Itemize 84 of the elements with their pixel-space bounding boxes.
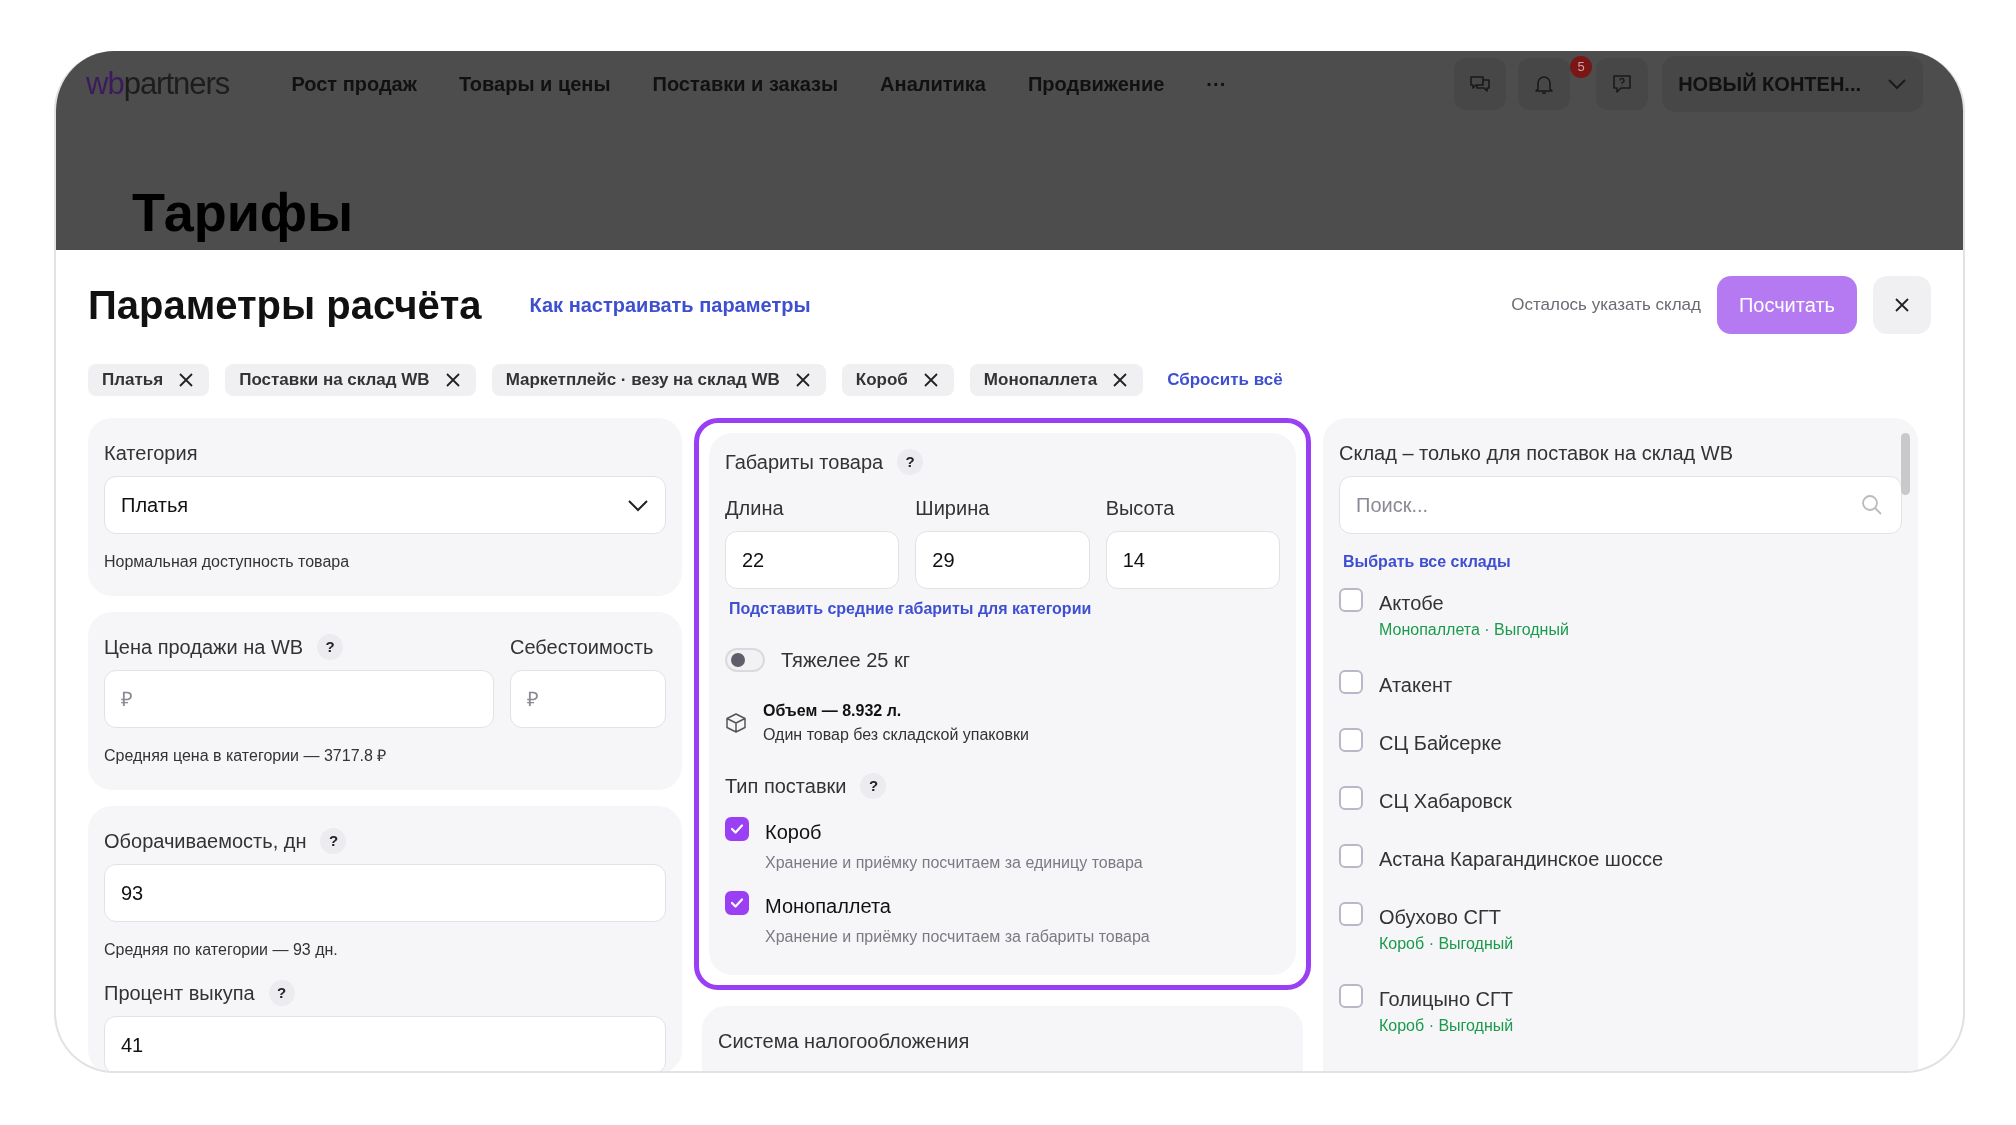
average-link[interactable]: Подставить средние габариты для категории	[729, 597, 1092, 621]
help-chat-button[interactable]	[1596, 58, 1649, 110]
filter-chip[interactable]: Монопаллета	[969, 364, 1144, 396]
field-label: Габариты товара	[725, 450, 884, 475]
warehouse-name: Голицыно СГТ	[1379, 987, 1514, 1012]
caption-text: Средняя цена в категории — 3717.8 ₽	[104, 746, 388, 766]
chat-button[interactable]	[1454, 58, 1507, 110]
field-label: Ширина	[915, 496, 991, 521]
toggle-label: Тяжелее 25 кг	[781, 648, 911, 673]
turnover-field[interactable]: 93	[104, 864, 666, 922]
filter-chip[interactable]: Платья	[88, 364, 210, 396]
close-icon	[1893, 296, 1911, 314]
checkbox[interactable]	[1339, 670, 1363, 694]
warehouse-tag: Короб · Выгодный	[1379, 932, 1514, 956]
warehouse-name: СЦ Хабаровск	[1379, 789, 1512, 814]
volume-note: Один товар без складской упаковки	[763, 725, 1029, 745]
chevron-down-icon	[1887, 78, 1907, 90]
checkbox[interactable]	[725, 817, 749, 841]
option-label: Монопаллета	[765, 894, 892, 919]
field-label: Категория	[104, 441, 199, 466]
cost-field[interactable]: ₽	[510, 670, 666, 728]
select-all-link[interactable]: Выбрать все склады	[1343, 550, 1511, 574]
field-label: Тип поставки	[725, 774, 847, 799]
notifications-button[interactable]	[1518, 58, 1571, 110]
price-field[interactable]: ₽	[104, 670, 494, 728]
filter-chip[interactable]: Поставки на склад WB	[225, 364, 476, 396]
search-icon	[1860, 493, 1884, 517]
option-label: Короб	[765, 820, 823, 845]
warehouse-name: Обухово СГТ	[1379, 905, 1503, 930]
option-note: Хранение и приёмку посчитаем за единицу товара	[765, 853, 1143, 873]
checkbox[interactable]	[1339, 786, 1363, 810]
field-label: Склад – только для поставок на склад WB	[1339, 441, 1734, 466]
checkbox[interactable]	[725, 891, 749, 915]
checkbox[interactable]	[1339, 902, 1363, 926]
field-label: Высота	[1105, 496, 1176, 521]
remove-icon[interactable]	[793, 371, 812, 389]
hint-text: Осталось указать склад	[1511, 294, 1701, 317]
remove-icon[interactable]	[921, 371, 940, 389]
field-label: Процент выкупа	[104, 981, 255, 1006]
buyout-field[interactable]: 41	[104, 1016, 666, 1071]
reset-link[interactable]: Сбросить всё	[1167, 367, 1283, 393]
help-button[interactable]: ?	[320, 828, 347, 854]
field-label: Система налогообложения	[718, 1029, 971, 1054]
checkbox[interactable]	[1339, 728, 1363, 752]
dimension-field[interactable]: 29	[915, 531, 1090, 589]
warehouse-name: Актобе	[1379, 591, 1445, 616]
chevron-down-icon	[627, 498, 649, 512]
checkbox[interactable]	[1339, 984, 1363, 1008]
help-button[interactable]: ?	[897, 449, 924, 475]
option-note: Хранение и приёмку посчитаем за габариты товара	[765, 927, 1150, 947]
help-button[interactable]: ?	[268, 980, 295, 1006]
checkbox[interactable]	[1339, 844, 1363, 868]
help-button[interactable]: ?	[860, 773, 887, 799]
remove-icon[interactable]	[443, 371, 462, 389]
warehouse-tag: Монопаллета · Выгодный	[1379, 618, 1569, 642]
help-button[interactable]: ?	[317, 634, 344, 660]
caption-text: Нормальная доступность товара	[104, 552, 351, 572]
filter-chip[interactable]: Маркетплейс · везу на склад WB	[491, 364, 826, 396]
box-icon	[725, 712, 747, 734]
volume-text: Объем — 8.932 л.	[763, 701, 903, 721]
help-link[interactable]: Как настраивать параметры	[529, 290, 811, 320]
field-label: Длина	[725, 496, 785, 521]
search-field[interactable]: Поиск...	[1339, 476, 1902, 534]
toggle-switch[interactable]	[725, 648, 765, 672]
checkbox[interactable]	[1339, 588, 1363, 612]
remove-icon[interactable]	[1111, 371, 1130, 389]
warehouse-name: Атакент	[1379, 673, 1453, 698]
dimension-field[interactable]: 14	[1105, 531, 1280, 589]
field-label: Оборачиваемость, дн	[104, 829, 307, 854]
page-title: Тарифы	[132, 183, 355, 243]
field-label: Себестоимость	[510, 635, 655, 660]
warehouse-name: Астана Карагандинское шоссе	[1379, 847, 1664, 872]
category-select[interactable]: Платья	[104, 476, 666, 534]
caption-text: Средняя по категории — 93 дн.	[104, 940, 339, 960]
notification-badge: 5	[1570, 56, 1593, 78]
filter-chip[interactable]: Короб	[841, 364, 954, 396]
warehouse-tag: Короб · Выгодный	[1379, 1014, 1514, 1038]
remove-icon[interactable]	[177, 371, 196, 389]
modal-title: Параметры расчёта	[88, 282, 482, 329]
close-button[interactable]	[1873, 276, 1931, 334]
warehouse-name: СЦ Байсерке	[1379, 731, 1502, 756]
scrollbar[interactable]	[1901, 433, 1910, 495]
dimension-field[interactable]: 22	[725, 531, 900, 589]
field-label: Цена продажи на WB	[104, 635, 304, 660]
